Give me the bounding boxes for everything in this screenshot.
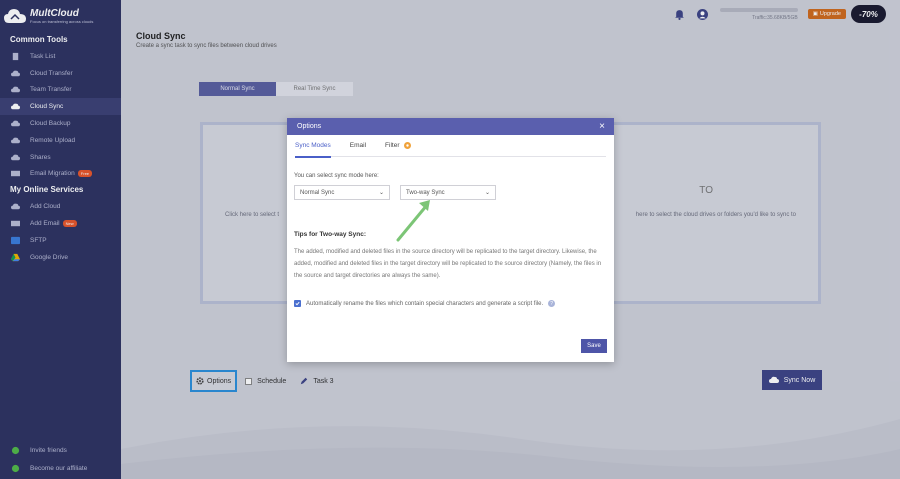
chevron-down-icon: ⌄ — [378, 190, 384, 196]
help-icon[interactable]: ? — [548, 300, 556, 307]
save-button[interactable]: Save — [581, 339, 607, 353]
tips-body: The added, modified and deleted files in… — [294, 249, 602, 279]
annotation-arrow-icon — [396, 200, 430, 242]
options-dialog: Options × Sync Modes Email Filter You ca… — [287, 118, 614, 362]
chevron-down-icon: ⌄ — [484, 190, 490, 196]
dialog-header: Options × — [287, 118, 614, 135]
tab-sync-modes[interactable]: Sync Modes — [295, 135, 331, 158]
auto-rename-checkbox[interactable] — [294, 300, 301, 307]
premium-gear-icon — [403, 142, 411, 149]
tips-title: Tips for Two-way Sync: — [294, 231, 366, 238]
tab-filter-label: Filter — [385, 142, 400, 149]
select-value: Normal Sync — [300, 189, 335, 196]
auto-rename-label: Automatically rename the files which con… — [306, 300, 544, 307]
sync-mode-label: You can select sync mode here: — [294, 173, 379, 179]
dialog-title: Options — [297, 123, 322, 130]
auto-rename-option[interactable]: Automatically rename the files which con… — [294, 300, 556, 307]
tab-email[interactable]: Email — [350, 135, 366, 157]
tab-filter[interactable]: Filter — [385, 135, 411, 157]
close-icon[interactable]: × — [599, 121, 605, 132]
sync-mode-select-normal[interactable]: Normal Sync ⌄ — [294, 185, 390, 200]
dialog-tabs: Sync Modes Email Filter — [295, 135, 606, 158]
